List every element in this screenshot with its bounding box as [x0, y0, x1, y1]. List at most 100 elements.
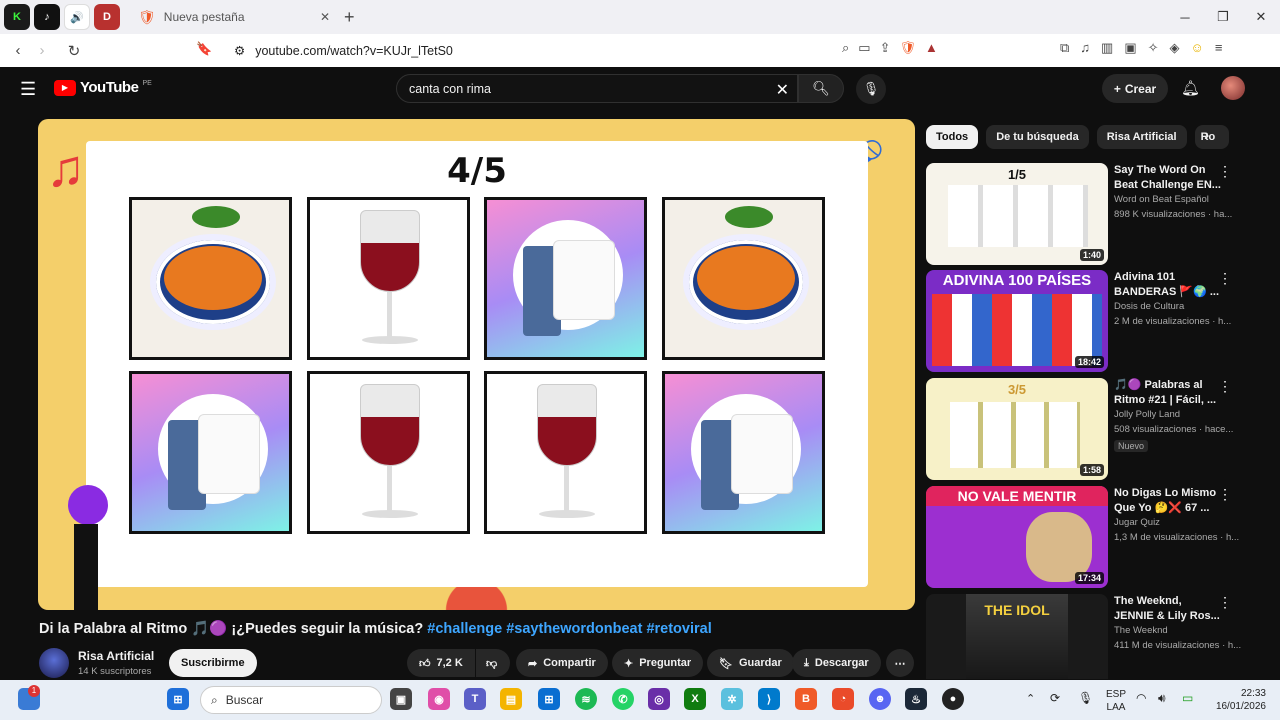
video-thumbnail[interactable]: ADIVINA 100 PAÍSES 18:42	[926, 270, 1108, 372]
pinned-tab-k[interactable]: K	[4, 4, 30, 30]
language-indicator[interactable]: ESP LAA	[1106, 688, 1126, 714]
share-page-icon[interactable]: ⇪	[880, 40, 891, 56]
download-button[interactable]: ⤓ Descargar	[792, 649, 881, 677]
more-options-icon[interactable]: ⋮	[1218, 486, 1232, 503]
video-thumbnail[interactable]: 1/5 1:40	[926, 163, 1108, 265]
tab-nueva-pestana[interactable]: 🛡 Nueva pestaña ✕	[134, 2, 330, 32]
mic-tray-icon[interactable]: 🎙︎	[1078, 691, 1093, 705]
clear-search-icon[interactable]: ✕	[776, 80, 789, 100]
channel-name[interactable]: The Weeknd	[1114, 625, 1168, 636]
recommendation-item[interactable]: 3/5 1:58 🎵🟣 Palabras al Ritmo #21 | Fáci…	[926, 378, 1266, 480]
chevron-up-icon[interactable]: ⌃	[1026, 692, 1035, 705]
taskbar-search-input[interactable]: ⌕ Buscar	[200, 686, 382, 714]
reload-button[interactable]: ↻	[62, 42, 86, 60]
video-thumbnail[interactable]: THE IDOL	[926, 594, 1108, 679]
brave-rewards-icon[interactable]: ▲	[925, 40, 938, 56]
chip-risa-artificial[interactable]: Risa Artificial	[1096, 125, 1187, 149]
create-button[interactable]: + Crear	[1102, 74, 1168, 103]
app-orange-icon[interactable]: ◔	[832, 688, 854, 710]
teams-icon[interactable]: T	[464, 688, 486, 710]
new-tab-button[interactable]: +	[344, 7, 355, 28]
sidebar-icon[interactable]: ▥	[1101, 40, 1113, 56]
spotify-icon[interactable]: ≋	[575, 688, 597, 710]
video-hashtags[interactable]: #challenge #saythewordonbeat #retoviral	[427, 621, 711, 637]
youtube-logo[interactable]: ▶ YouTube PE	[54, 79, 152, 96]
account-avatar[interactable]	[1221, 76, 1245, 100]
search-button[interactable]: 🔍︎	[798, 74, 844, 103]
guide-menu-icon[interactable]: ☰	[20, 79, 36, 100]
search-input[interactable]: canta con rima ✕	[396, 74, 798, 103]
video-thumbnail[interactable]: NO VALE MENTIR 17:34	[926, 486, 1108, 588]
menu-icon[interactable]: ≡	[1215, 40, 1223, 56]
recommendation-item[interactable]: ADIVINA 100 PAÍSES 18:42 Adivina 101 BAN…	[926, 270, 1266, 372]
battery-icon[interactable]: ▭	[1182, 691, 1193, 705]
leo-ai-icon[interactable]: ✧	[1148, 40, 1159, 56]
channel-name[interactable]: Word on Beat Español	[1114, 194, 1209, 205]
video-player[interactable]: ♫ 🎤︎ ♬ 4/5	[38, 119, 915, 610]
vpn-icon[interactable]: ◈	[1170, 40, 1180, 56]
microsoft-store-icon[interactable]: ⊞	[538, 688, 560, 710]
more-options-icon[interactable]: ⋮	[1218, 378, 1232, 395]
wallet-icon[interactable]: ▣	[1124, 40, 1136, 56]
save-button[interactable]: 🔖︎ Guardar	[707, 649, 794, 677]
notifications-bell-icon[interactable]: 🔔︎	[1181, 79, 1200, 97]
more-options-icon[interactable]: ⋮	[1218, 163, 1232, 180]
site-info-icon[interactable]: ⚙	[234, 43, 245, 58]
clock[interactable]: 22:33 16/01/2026	[1210, 687, 1266, 713]
pinned-tab-tiktok[interactable]: ♪	[34, 4, 60, 30]
app-dark-icon[interactable]: ●	[942, 688, 964, 710]
video-title[interactable]: No Digas Lo Mismo Que Yo 🤔❌ 67 ...	[1114, 486, 1224, 516]
chip-truncated[interactable]: Ro	[1194, 125, 1229, 149]
back-button[interactable]: ‹	[6, 42, 30, 59]
recommendation-item[interactable]: NO VALE MENTIR 17:34 No Digas Lo Mismo Q…	[926, 486, 1266, 588]
vscode-icon[interactable]: ⟩	[758, 688, 780, 710]
more-options-icon[interactable]: ⋮	[1218, 594, 1232, 611]
profile-icon[interactable]: ☺	[1191, 40, 1204, 56]
channel-name[interactable]: Dosis de Cultura	[1114, 301, 1184, 312]
media-icon[interactable]: ♫	[1080, 40, 1090, 56]
app-pinwheel-icon[interactable]: ✲	[721, 688, 743, 710]
extensions-icon[interactable]: ⧉	[1060, 40, 1069, 56]
more-options-icon[interactable]: ⋮	[1218, 270, 1232, 287]
pinned-tab-audio[interactable]: 🔊	[64, 4, 90, 30]
url-bar[interactable]: ⚙ youtube.com/watch?v=KUJr_lTetS0	[220, 37, 870, 64]
task-view-icon[interactable]: ▣	[390, 688, 412, 710]
share-button[interactable]: ➦ Compartir	[516, 649, 608, 677]
sync-icon[interactable]: ⟳	[1050, 691, 1060, 705]
brave-shields-icon[interactable]: 🛡	[899, 40, 916, 56]
bookmark-icon[interactable]: 🔖	[196, 41, 212, 57]
minimize-button[interactable]: ─	[1166, 0, 1204, 34]
channel-name[interactable]: Jolly Polly Land	[1114, 409, 1180, 420]
chip-todos[interactable]: Todos	[926, 125, 979, 149]
wifi-icon[interactable]: ◠	[1136, 691, 1146, 705]
like-button[interactable]: 👍︎ 7,2 K	[407, 649, 475, 677]
whatsapp-icon[interactable]: ✆	[612, 688, 634, 710]
brave-taskbar-icon[interactable]: B	[795, 688, 817, 710]
app-icon[interactable]: ◎	[648, 688, 670, 710]
steam-icon[interactable]: ♨	[905, 688, 927, 710]
xbox-icon[interactable]: X	[684, 688, 706, 710]
pinned-tab-dota[interactable]: D	[94, 4, 120, 30]
subscribe-button[interactable]: Suscribirme	[169, 649, 257, 677]
recommendation-item[interactable]: 1/5 1:40 Say The Word On Beat Challenge …	[926, 163, 1266, 265]
close-tab-icon[interactable]: ✕	[320, 10, 330, 24]
chip-de-tu-busqueda[interactable]: De tu búsqueda	[986, 125, 1089, 149]
channel-name[interactable]: Risa Artificial	[78, 649, 154, 663]
discord-icon[interactable]: ☻	[869, 688, 891, 710]
start-windows-icon[interactable]: ⊞	[167, 688, 189, 710]
maximize-button[interactable]: ❐	[1204, 0, 1242, 34]
chevron-right-icon[interactable]: ›	[1204, 127, 1209, 145]
ask-button[interactable]: ✦ Preguntar	[612, 649, 704, 677]
video-title[interactable]: Adivina 101 BANDERAS 🚩🌍 ...	[1114, 270, 1224, 300]
more-actions-button[interactable]: ⋯	[886, 649, 914, 677]
forward-button[interactable]: ›	[30, 42, 54, 59]
recommendation-item[interactable]: THE IDOL The Weeknd, JENNIE & Lily Ros..…	[926, 594, 1266, 679]
cast-icon[interactable]: ▭	[858, 40, 870, 56]
voice-search-button[interactable]: 🎙︎	[856, 74, 886, 104]
video-title[interactable]: The Weeknd, JENNIE & Lily Ros...	[1114, 594, 1224, 624]
close-window-button[interactable]: ✕	[1242, 0, 1280, 34]
channel-avatar[interactable]	[39, 648, 69, 678]
volume-icon[interactable]: 🔊︎	[1158, 691, 1166, 706]
copilot-icon[interactable]: ◉	[428, 688, 450, 710]
channel-name[interactable]: Jugar Quiz	[1114, 517, 1160, 528]
